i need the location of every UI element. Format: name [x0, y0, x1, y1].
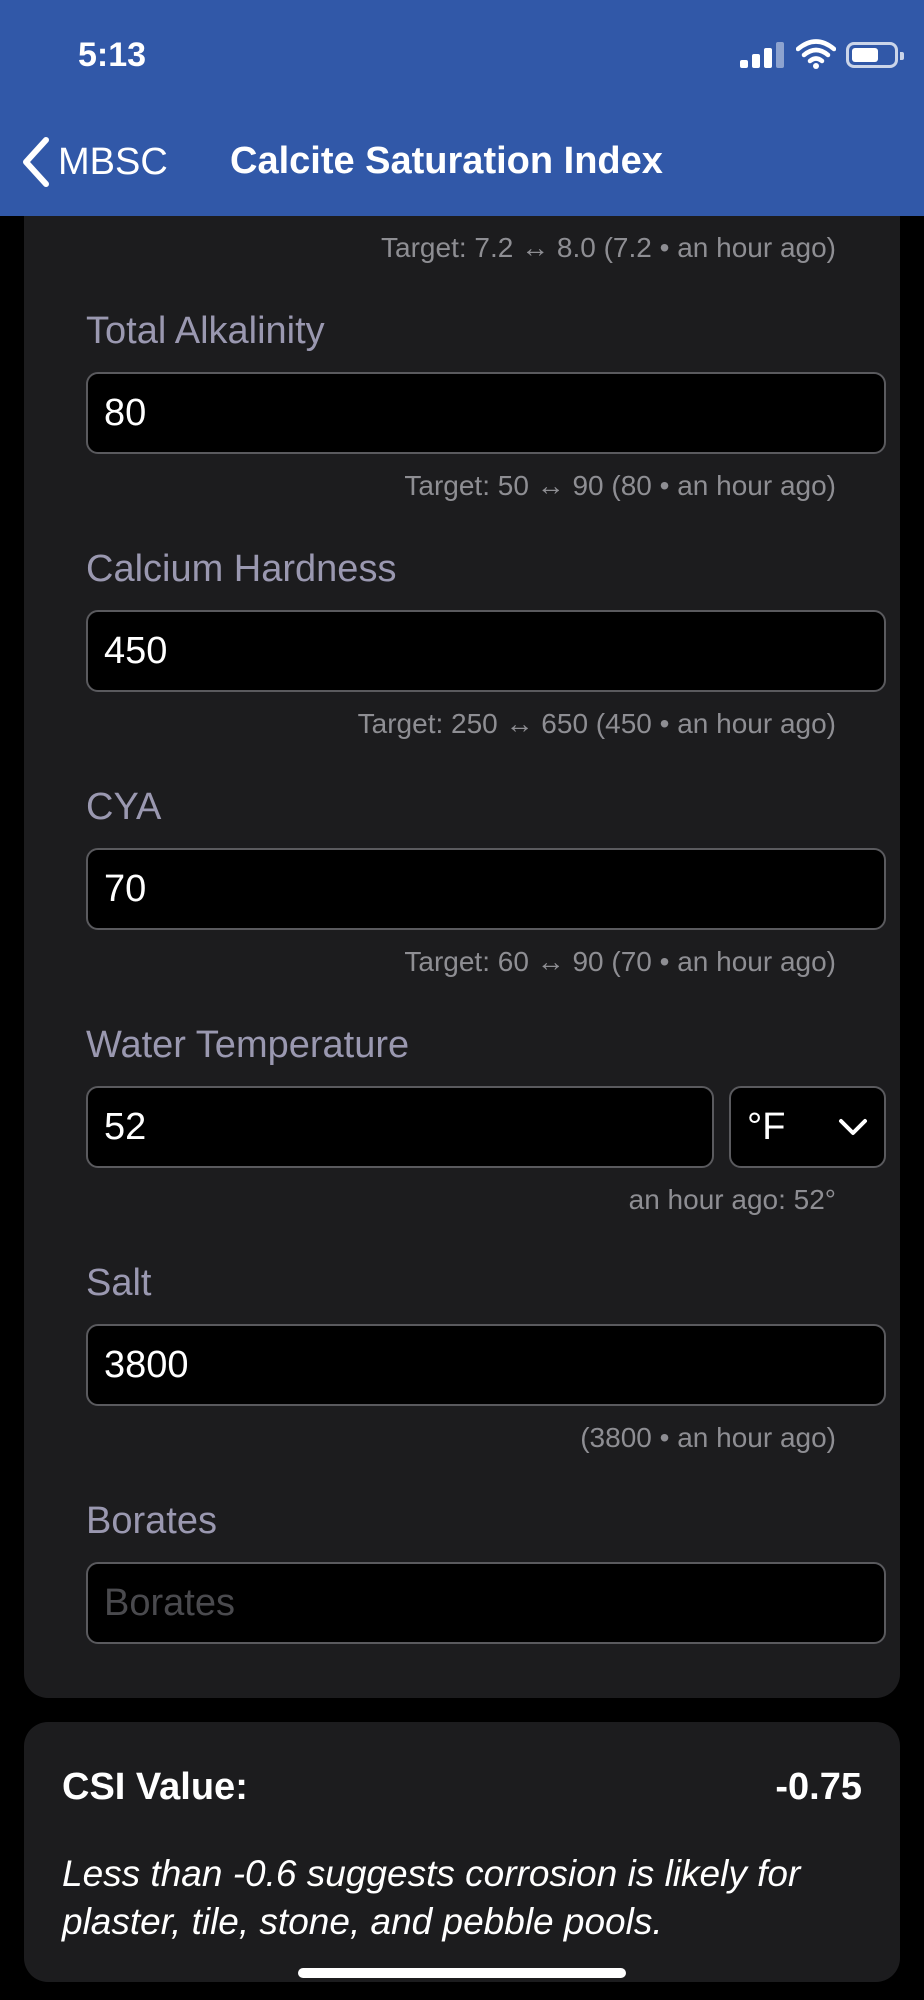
calcium-hardness-label: Calcium Hardness: [86, 548, 397, 590]
total-alkalinity-input[interactable]: 80: [86, 372, 886, 454]
cya-label: CYA: [86, 786, 162, 828]
cellular-signal-icon: [740, 40, 786, 68]
ph-hint: Target: 7.2 ↔ 8.0 (7.2 • an hour ago): [381, 232, 836, 263]
cya-hint: Target: 60 ↔ 90 (70 • an hour ago): [404, 946, 836, 977]
water-temperature-label: Water Temperature: [86, 1024, 410, 1066]
back-label: MBSC: [58, 140, 168, 183]
csi-result-card: CSI Value: -0.75 Less than -0.6 suggests…: [24, 1722, 900, 1982]
form-card: Target: 7.2 ↔ 8.0 (7.2 • an hour ago) To…: [24, 140, 900, 1698]
back-button[interactable]: MBSC: [18, 132, 168, 192]
csi-note: Less than -0.6 suggests corrosion is lik…: [62, 1853, 801, 1943]
page-title: Calcite Saturation Index: [230, 140, 663, 182]
home-indicator[interactable]: [298, 1968, 626, 1978]
cya-input[interactable]: 70: [86, 848, 886, 930]
salt-input[interactable]: 3800: [86, 1324, 886, 1406]
temperature-unit-value: °F: [747, 1105, 786, 1148]
battery-icon: [846, 42, 904, 68]
total-alkalinity-label: Total Alkalinity: [86, 310, 325, 352]
water-temperature-input[interactable]: 52: [86, 1086, 714, 1168]
chevron-down-icon: [839, 1119, 867, 1135]
csi-value: -0.75: [775, 1766, 862, 1808]
status-time: 5:13: [78, 36, 147, 74]
temperature-unit-select[interactable]: °F: [729, 1086, 886, 1168]
calcium-hardness-input[interactable]: 450: [86, 610, 886, 692]
csi-label: CSI Value:: [62, 1766, 248, 1808]
water-temperature-hint: an hour ago: 52°: [628, 1184, 836, 1215]
salt-hint: (3800 • an hour ago): [580, 1422, 836, 1453]
borates-input[interactable]: Borates: [86, 1562, 886, 1644]
chevron-left-icon: [23, 137, 49, 187]
calcium-hardness-hint: Target: 250 ↔ 650 (450 • an hour ago): [357, 708, 836, 739]
navigation-header: 5:13 MBSC Calcite Saturation Index: [0, 0, 924, 216]
borates-label: Borates: [86, 1500, 217, 1542]
total-alkalinity-hint: Target: 50 ↔ 90 (80 • an hour ago): [404, 470, 836, 501]
wifi-icon: [796, 39, 836, 69]
screen: Target: 7.2 ↔ 8.0 (7.2 • an hour ago) To…: [0, 0, 924, 2000]
salt-label: Salt: [86, 1262, 152, 1304]
